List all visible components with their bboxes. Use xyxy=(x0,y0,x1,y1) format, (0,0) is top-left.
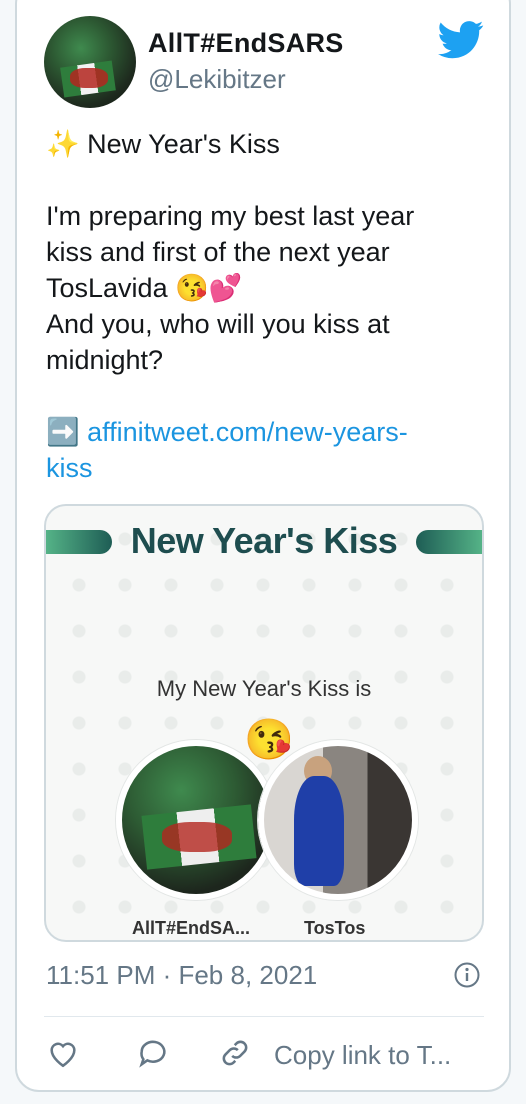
user-handle[interactable]: @Lekibitzer xyxy=(148,64,286,95)
photo-blot xyxy=(162,822,232,852)
reply-bubble-icon[interactable] xyxy=(136,1036,170,1070)
preview-kiss-line: My New Year's Kiss is xyxy=(156,676,372,701)
tweet-body-text: TosLavida xyxy=(46,273,168,303)
left-profile-name: AllT#EndSA... xyxy=(132,918,251,938)
tweet-body-line: And you, who will you kiss at xyxy=(46,309,390,339)
right-profile-photo xyxy=(258,740,418,900)
sparkles-icon: ✨ xyxy=(46,129,80,159)
tweet-link-text[interactable]: kiss xyxy=(46,450,93,486)
tweet-body-line: midnight? xyxy=(46,345,164,375)
link-preview-card[interactable]: New Year's Kiss My New Year's Kiss is 😘 … xyxy=(44,504,484,942)
tweet-heading: ✨ New Year's Kiss xyxy=(46,126,280,162)
right-profile-name: TosTos xyxy=(304,918,366,938)
info-icon[interactable] xyxy=(454,962,480,988)
twitter-bird-icon[interactable] xyxy=(438,20,484,60)
tweet-body-line: TosLavida 😘💕 xyxy=(46,270,242,306)
kiss-emoji-icon: 😘 xyxy=(244,718,294,762)
tweet-body-line: I'm preparing my best last year xyxy=(46,201,415,231)
tweet-timestamp[interactable]: 11:51 PM · Feb 8, 2021 xyxy=(46,960,317,991)
tweet-heading-text: New Year's Kiss xyxy=(87,129,280,159)
left-profile-photo xyxy=(116,740,276,900)
preview-banner-title: New Year's Kiss xyxy=(130,520,398,561)
copy-link-button[interactable]: Copy link to T... xyxy=(274,1040,451,1071)
avatar-blot xyxy=(70,68,108,88)
like-heart-icon[interactable] xyxy=(46,1036,80,1070)
tweet-body-line: kiss and first of the next year xyxy=(46,237,390,267)
tweet-link[interactable]: ➡️ affinitweet.com/new-years- xyxy=(46,414,408,450)
photo-person-body xyxy=(294,776,344,886)
avatar[interactable] xyxy=(44,16,136,108)
right-arrow-icon: ➡️ xyxy=(46,417,80,447)
kiss-heart-emoji-icon: 😘💕 xyxy=(175,273,243,303)
divider xyxy=(44,1016,484,1017)
tweet-link-text[interactable]: affinitweet.com/new-years- xyxy=(87,417,408,447)
display-name[interactable]: AllT#EndSARS xyxy=(148,28,344,59)
link-chain-icon[interactable] xyxy=(218,1036,252,1070)
